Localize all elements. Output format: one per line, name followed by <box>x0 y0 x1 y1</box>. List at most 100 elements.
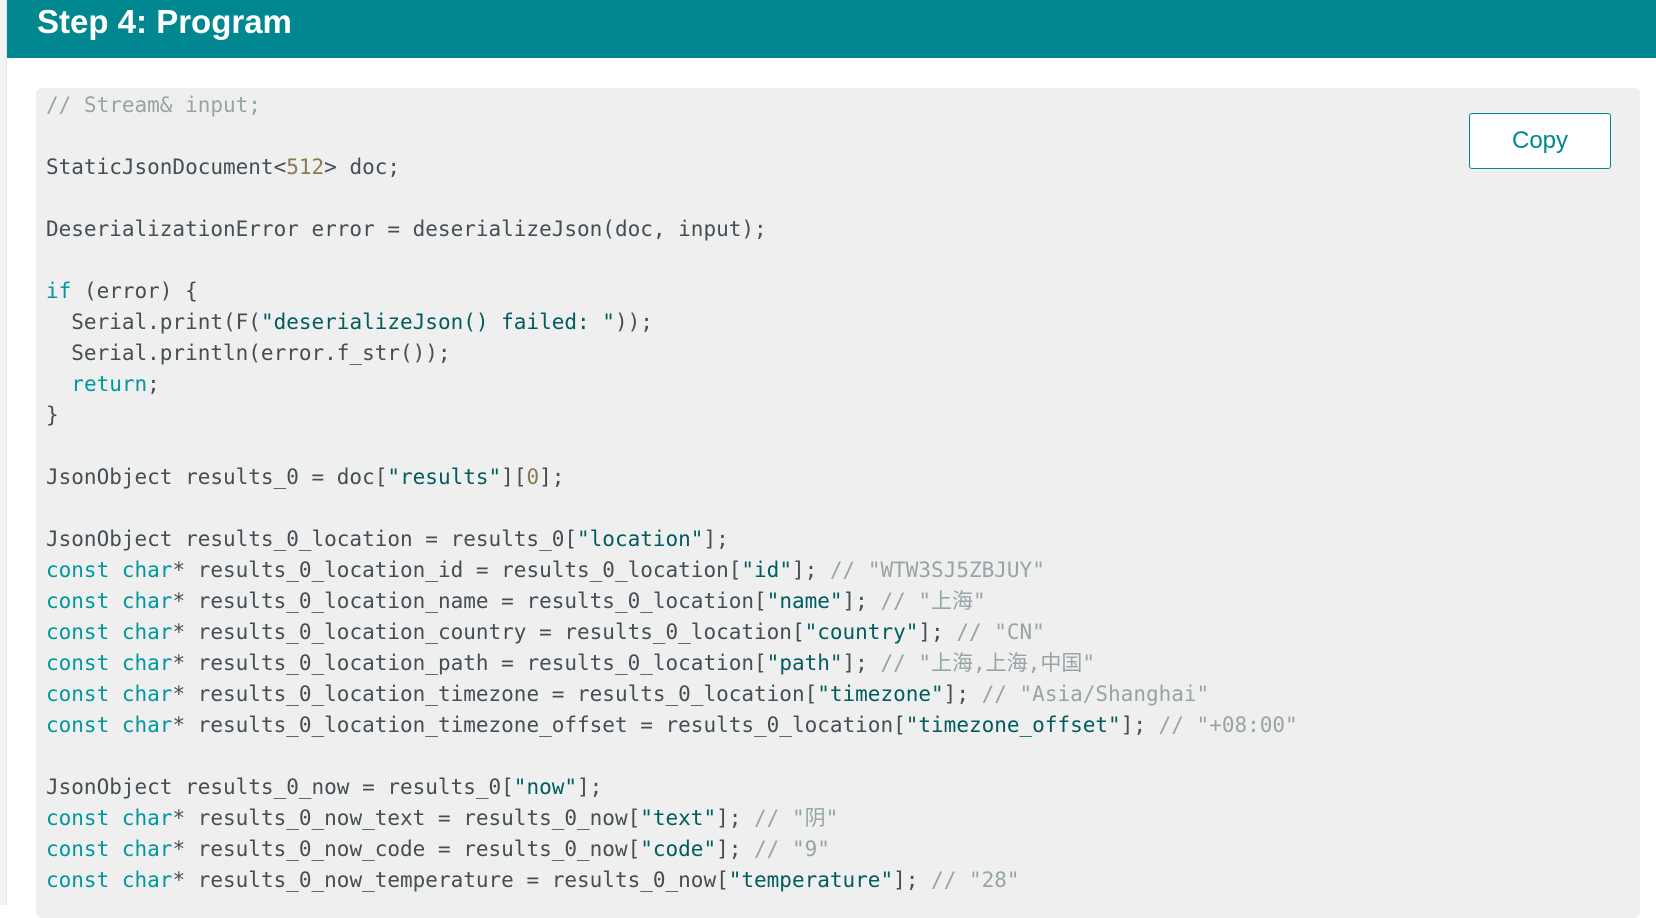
code-token-plain: (error) { <box>71 279 198 303</box>
code-token-str: "now" <box>513 775 578 799</box>
code-token-cmt: // "+08:00" <box>1158 713 1298 737</box>
code-line: if (error) { <box>46 276 1298 307</box>
step-title: Step 4: Program <box>37 3 292 40</box>
code-line: return; <box>46 369 1298 400</box>
code-token-plain: * results_0_now_text = results_0_now[ <box>172 806 641 830</box>
code-token-cmt: // "28" <box>931 868 1020 892</box>
code-token-plain: JsonObject results_0_now = results_0[ <box>46 775 514 799</box>
code-line: const char* results_0_now_temperature = … <box>46 865 1298 896</box>
code-token-plain: * results_0_location_country = results_0… <box>172 620 805 644</box>
code-token-plain: ; <box>147 372 160 396</box>
code-token-plain: * results_0_location_path = results_0_lo… <box>172 651 767 675</box>
code-line: const char* results_0_now_code = results… <box>46 834 1298 865</box>
code-token-plain: ]; <box>539 465 565 489</box>
code-line: JsonObject results_0 = doc["results"][0]… <box>46 462 1298 493</box>
code-token-plain: ]; <box>716 837 755 861</box>
code-line: } <box>46 400 1298 431</box>
code-token-kw: return <box>71 372 148 396</box>
code-token-str: "id" <box>741 558 792 582</box>
code-line: const char* results_0_location_country =… <box>46 617 1298 648</box>
code-token-kw: const char <box>46 589 173 613</box>
code-token-kw: if <box>46 279 72 303</box>
code-token-str: "location" <box>577 527 704 551</box>
page-left-edge <box>0 0 7 905</box>
code-token-kw: const char <box>46 651 173 675</box>
code-listing[interactable]: // Stream& input; StaticJsonDocument<512… <box>46 90 1298 896</box>
code-token-kw: const char <box>46 868 173 892</box>
code-token-plain: ]; <box>842 651 881 675</box>
code-token-plain: ]; <box>791 558 830 582</box>
code-line: const char* results_0_location_id = resu… <box>46 555 1298 586</box>
code-block[interactable]: // Stream& input; StaticJsonDocument<512… <box>36 88 1640 918</box>
code-token-plain: > doc; <box>324 155 401 179</box>
code-token-plain: ]; <box>893 868 932 892</box>
code-token-plain: ]; <box>943 682 982 706</box>
code-token-kw: const char <box>46 837 173 861</box>
code-token-kw: const char <box>46 558 173 582</box>
code-token-plain: * results_0_location_timezone_offset = r… <box>172 713 906 737</box>
code-token-cmt: // "上海,上海,中国" <box>880 651 1095 675</box>
code-token-plain: ]; <box>918 620 957 644</box>
code-token-cmt: // "上海" <box>880 589 986 613</box>
code-token-plain: ]; <box>1120 713 1159 737</box>
code-token-kw: const char <box>46 682 173 706</box>
code-token-plain: )); <box>614 310 653 334</box>
code-token-str: "text" <box>640 806 717 830</box>
code-token-plain: DeserializationError error = deserialize… <box>46 217 767 241</box>
code-line: StaticJsonDocument<512> doc; <box>46 152 1298 183</box>
code-token-str: "path" <box>766 651 843 675</box>
code-token-cmt: // "CN" <box>956 620 1045 644</box>
code-token-str: "temperature" <box>728 868 894 892</box>
code-line: Serial.println(error.f_str()); <box>46 338 1298 369</box>
code-token-kw: const char <box>46 620 173 644</box>
code-line: DeserializationError error = deserialize… <box>46 214 1298 245</box>
code-token-str: "code" <box>640 837 717 861</box>
code-token-plain: Serial.print(F( <box>46 310 261 334</box>
code-token-cmt: // "阴" <box>754 806 839 830</box>
code-token-str: "results" <box>387 465 502 489</box>
code-token-str: "country" <box>804 620 919 644</box>
code-token-plain: ]; <box>716 806 755 830</box>
code-token-plain: ]; <box>703 527 729 551</box>
code-token-plain: ]; <box>842 589 881 613</box>
code-token-plain: } <box>46 403 59 427</box>
code-token-str: "deserializeJson() failed: " <box>260 310 615 334</box>
copy-button[interactable]: Copy <box>1469 113 1611 169</box>
code-line: JsonObject results_0_now = results_0["no… <box>46 772 1298 803</box>
code-line: const char* results_0_location_path = re… <box>46 648 1298 679</box>
code-line: const char* results_0_now_text = results… <box>46 803 1298 834</box>
code-token-kw: const char <box>46 713 173 737</box>
code-token-cmt: // "9" <box>754 837 830 861</box>
code-token-str: "timezone_offset" <box>905 713 1121 737</box>
code-token-cmt: // "WTW3SJ5ZBJUY" <box>829 558 1045 582</box>
code-token-cmt: // Stream& input; <box>46 93 261 117</box>
code-line: JsonObject results_0_location = results_… <box>46 524 1298 555</box>
code-line: // Stream& input; <box>46 90 1298 121</box>
code-token-str: "name" <box>766 589 843 613</box>
code-token-plain: * results_0_location_timezone = results_… <box>172 682 818 706</box>
code-token-plain: * results_0_now_temperature = results_0_… <box>172 868 729 892</box>
code-token-num: 0 <box>526 465 540 489</box>
code-token-plain: * results_0_now_code = results_0_now[ <box>172 837 641 861</box>
code-line: const char* results_0_location_name = re… <box>46 586 1298 617</box>
code-token-plain: JsonObject results_0 = doc[ <box>46 465 388 489</box>
code-line: const char* results_0_location_timezone … <box>46 679 1298 710</box>
code-token-plain: Serial.println(error.f_str()); <box>46 341 451 365</box>
code-token-plain: * results_0_location_name = results_0_lo… <box>172 589 767 613</box>
step-header: Step 4: Program <box>7 0 1656 58</box>
code-token-cmt: // "Asia/Shanghai" <box>981 682 1210 706</box>
code-token-plain: ]; <box>577 775 603 799</box>
code-line: Serial.print(F("deserializeJson() failed… <box>46 307 1298 338</box>
code-line: const char* results_0_location_timezone_… <box>46 710 1298 741</box>
code-token-kw: const char <box>46 806 173 830</box>
code-token-plain: ][ <box>501 465 527 489</box>
code-token-plain: JsonObject results_0_location = results_… <box>46 527 578 551</box>
code-token-str: "timezone" <box>817 682 944 706</box>
code-token-plain: * results_0_location_id = results_0_loca… <box>172 558 742 582</box>
